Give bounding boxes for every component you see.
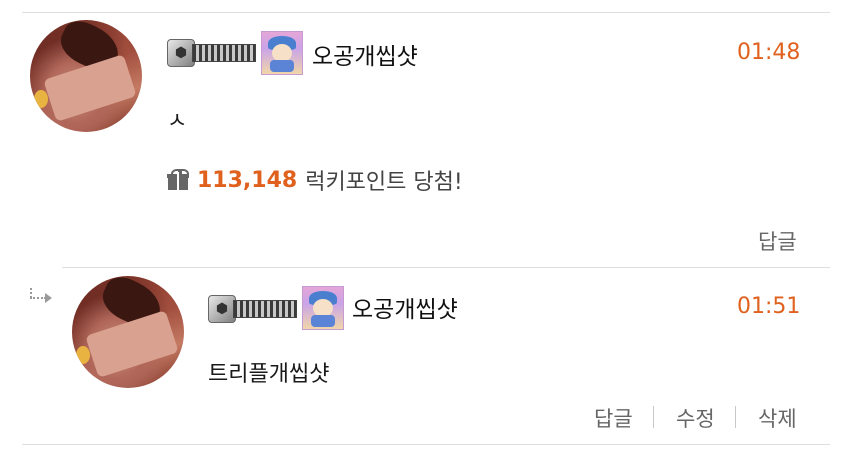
character-badge-icon: [261, 31, 303, 75]
lucky-points-value: 113,148: [197, 167, 298, 193]
comment-divider: [62, 267, 830, 268]
lucky-point-notice: 113,148 럭키포인트 당첨!: [167, 164, 463, 196]
reply-button[interactable]: 답글: [594, 403, 633, 433]
nickname[interactable]: 오공개씹샷: [352, 290, 458, 324]
action-separator: [653, 406, 654, 428]
comment-content: 트리플개씹샷: [208, 362, 330, 387]
character-badge-icon: [302, 286, 344, 330]
gift-icon: [167, 169, 189, 191]
comment-time: 01:51: [737, 294, 801, 319]
delete-button[interactable]: 삭제: [758, 403, 797, 433]
comment-content: ㅅ: [167, 109, 188, 134]
reply-arrow-icon: [30, 288, 52, 303]
reply-button[interactable]: 답글: [758, 226, 797, 256]
grade-badge-icon: ⬢: [208, 294, 297, 324]
comment-time: 01:48: [737, 40, 801, 65]
nickname[interactable]: 오공개씹샷: [312, 37, 418, 71]
bottom-divider: [22, 444, 830, 445]
top-divider: [22, 12, 830, 13]
avatar[interactable]: [30, 20, 142, 132]
grade-badge-icon: ⬢: [167, 38, 256, 68]
avatar[interactable]: [72, 276, 184, 388]
action-separator: [735, 406, 736, 428]
edit-button[interactable]: 수정: [676, 403, 715, 433]
lucky-points-label: 럭키포인트 당첨!: [305, 170, 463, 195]
